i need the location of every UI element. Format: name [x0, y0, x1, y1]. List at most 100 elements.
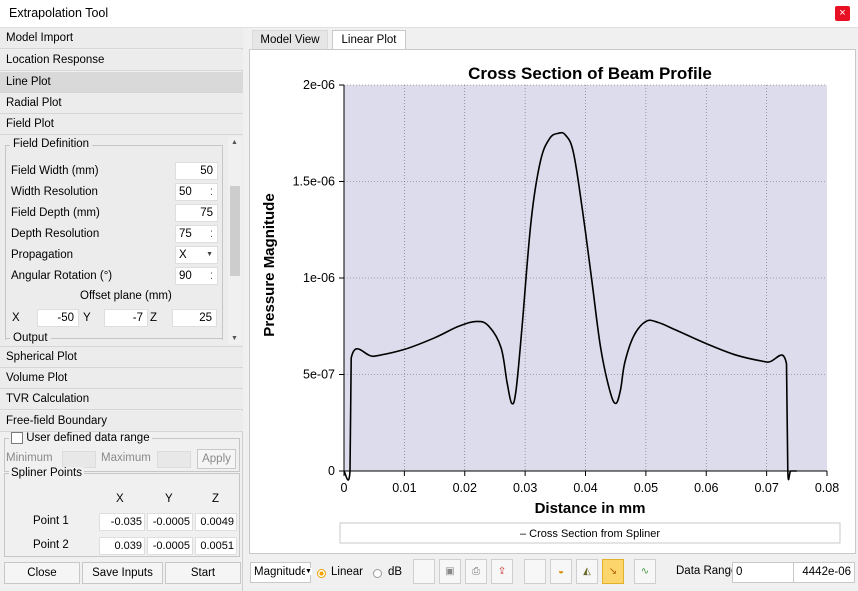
column-x-header: X — [116, 493, 124, 505]
field-definition-legend: Field Definition — [10, 138, 93, 150]
tab-model-view[interactable]: Model View — [252, 30, 328, 50]
point-1-z-input[interactable]: 0.0049 — [195, 513, 237, 531]
close-window-button[interactable]: × — [835, 6, 850, 21]
export-icon[interactable]: ⇪ — [491, 559, 513, 584]
data-range-label: Data Range — [676, 565, 738, 577]
left-panel: Model Import Location Response Line Plot… — [0, 28, 243, 591]
section-field-plot[interactable]: Field Plot — [0, 114, 243, 135]
depth-resolution-label: Depth Resolution — [11, 228, 100, 240]
db-radio[interactable] — [373, 569, 382, 578]
width-resolution-label: Width Resolution — [11, 186, 98, 198]
point-2-x-input[interactable]: 0.039 — [99, 537, 145, 555]
y-tick-label: 1e-06 — [303, 271, 335, 285]
section-model-import[interactable]: Model Import — [0, 28, 243, 49]
output-legend: Output — [10, 332, 51, 344]
scroll-up-icon[interactable]: ▲ — [231, 139, 238, 146]
cursor-icon[interactable]: ↘ — [602, 559, 624, 584]
depth-resolution-value: 75 — [179, 228, 192, 240]
dropdown-arrow-icon[interactable]: ▼ — [305, 568, 312, 575]
data-range-max-input[interactable]: 4442e-06 — [793, 562, 855, 583]
minimum-input[interactable] — [62, 451, 96, 468]
pan-icon[interactable]: ◭ — [576, 559, 598, 584]
tab-linear-plot[interactable]: Linear Plot — [332, 30, 406, 50]
x-tick-label: 0.04 — [573, 481, 597, 495]
x-axis-label: Distance in mm — [535, 500, 646, 517]
blank-tool-button[interactable] — [413, 559, 435, 584]
section-radial-plot[interactable]: Radial Plot — [0, 93, 243, 114]
y-tick-label: 2e-06 — [303, 78, 335, 92]
propagation-dropdown[interactable]: X ▼ — [175, 246, 218, 264]
spin-arrows-icon[interactable]: ⁚ — [210, 184, 213, 200]
user-range-checkbox[interactable] — [11, 432, 23, 444]
linear-label: Linear — [331, 566, 363, 578]
close-button[interactable]: Close — [4, 562, 80, 584]
scrollbar-thumb[interactable] — [230, 186, 240, 276]
y-tick-label: 1.5e-06 — [293, 175, 335, 189]
blank-tool-button-2[interactable] — [524, 559, 546, 584]
magnitude-dropdown[interactable]: Magnitude — [250, 562, 311, 583]
field-width-input[interactable]: 50 — [175, 162, 218, 180]
field-panel-scrollbar[interactable]: ▲ ▼ — [228, 137, 242, 344]
spliner-points-legend: Spliner Points — [9, 467, 84, 479]
spin-arrows-icon[interactable]: ⁚ — [210, 226, 213, 242]
width-resolution-spinbox[interactable]: 50 ⁚ — [175, 183, 218, 201]
print-icon[interactable]: ⎙ — [465, 559, 487, 584]
maximum-input[interactable] — [157, 451, 191, 468]
section-volume-plot[interactable]: Volume Plot — [0, 368, 243, 389]
x-tick-label: 0.03 — [513, 481, 537, 495]
apply-button[interactable]: Apply — [197, 449, 236, 469]
x-tick-label: 0.08 — [815, 481, 839, 495]
section-location-response[interactable]: Location Response — [0, 50, 243, 71]
depth-resolution-spinbox[interactable]: 75 ⁚ — [175, 225, 218, 243]
width-resolution-value: 50 — [179, 186, 192, 198]
section-spherical-plot[interactable]: Spherical Plot — [0, 347, 243, 368]
point-1-y-input[interactable]: -0.0005 — [147, 513, 193, 531]
maximum-label: Maximum — [101, 452, 151, 464]
plot-panel: Cross Section of Beam Profile 0 0.01 0.02 0… — [249, 49, 856, 554]
legend-entry: – Cross Section from Spliner — [520, 528, 660, 540]
minimum-label: Minimum — [6, 452, 53, 464]
zoom-icon[interactable]: ◒ — [550, 559, 572, 584]
column-z-header: Z — [212, 493, 220, 505]
offset-y-label: Y — [83, 312, 91, 324]
chart-title: Cross Section of Beam Profile — [468, 64, 712, 83]
bottom-toolbar: Magnitude ▼ Linear dB ▣ ⎙ ⇪ ◒ ◭ ↘ ∿ Data… — [249, 556, 858, 591]
user-range-checkbox-row[interactable]: User defined data range — [9, 432, 152, 445]
angular-rotation-value: 90 — [179, 270, 192, 282]
window-title: Extrapolation Tool — [9, 6, 109, 20]
field-width-label: Field Width (mm) — [11, 165, 99, 177]
point-2-z-input[interactable]: 0.0051 — [195, 537, 237, 555]
camera-icon[interactable]: ▣ — [439, 559, 461, 584]
point-1-x-input[interactable]: -0.035 — [99, 513, 145, 531]
dropdown-arrow-icon[interactable]: ▼ — [206, 247, 213, 263]
section-line-plot[interactable]: Line Plot — [0, 72, 243, 93]
field-depth-input[interactable]: 75 — [175, 204, 218, 222]
spliner-points-group: Spliner Points X Y Z Point 1 -0.035 -0.0… — [4, 467, 240, 557]
offset-z-input[interactable]: 25 — [172, 309, 217, 327]
angular-rotation-label: Angular Rotation (°) — [11, 270, 113, 282]
x-tick-label: 0.05 — [634, 481, 658, 495]
y-tick-label: 5e-07 — [303, 368, 335, 382]
offset-z-label: Z — [150, 312, 158, 324]
scroll-down-icon[interactable]: ▼ — [231, 335, 238, 342]
user-range-label: User defined data range — [26, 432, 150, 444]
x-tick-label: 0 — [341, 481, 348, 495]
angular-rotation-spinbox[interactable]: 90 ⁚ — [175, 267, 218, 285]
start-button[interactable]: Start — [165, 562, 241, 584]
save-inputs-button[interactable]: Save Inputs — [82, 562, 163, 584]
magnitude-value: Magnitude — [254, 566, 308, 578]
propagation-label: Propagation — [11, 249, 74, 261]
y-tick-label: 0 — [328, 464, 335, 478]
offset-y-input[interactable]: -7 — [104, 309, 148, 327]
x-tick-label: 0.07 — [754, 481, 778, 495]
linear-radio[interactable] — [317, 569, 326, 578]
section-tvr-calculation[interactable]: TVR Calculation — [0, 389, 243, 410]
point-2-y-input[interactable]: -0.0005 — [147, 537, 193, 555]
offset-x-label: X — [12, 312, 20, 324]
beam-profile-chart: Cross Section of Beam Profile 0 0.01 0.02 0… — [261, 64, 841, 544]
db-label: dB — [388, 566, 403, 578]
offset-x-input[interactable]: -50 — [37, 309, 79, 327]
section-free-field-boundary[interactable]: Free-field Boundary — [0, 411, 243, 432]
waveform-icon[interactable]: ∿ — [634, 559, 656, 584]
spin-arrows-icon[interactable]: ⁚ — [210, 268, 213, 284]
